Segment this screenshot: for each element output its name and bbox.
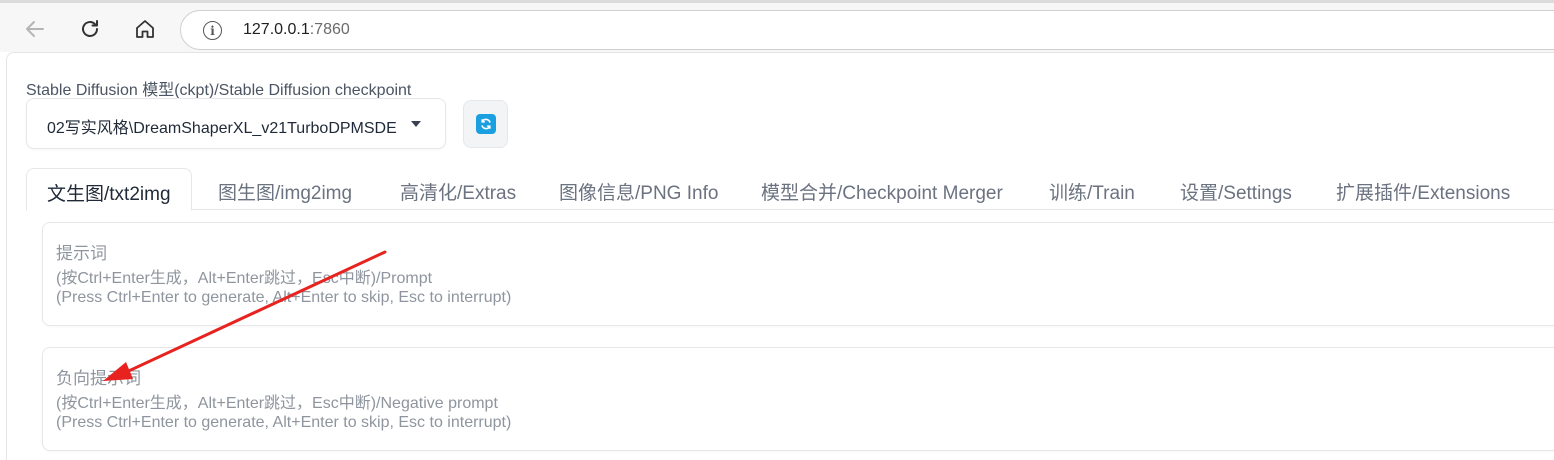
refresh-icon xyxy=(475,114,496,134)
negative-prompt-placeholder-hint-cn: (按Ctrl+Enter生成，Alt+Enter跳过，Esc中断)/Negati… xyxy=(56,395,498,412)
url-text: 127.0.0.1:7860 xyxy=(243,21,350,39)
home-button[interactable] xyxy=(131,15,159,43)
prompt-placeholder-hint-en: (Press Ctrl+Enter to generate, Alt+Enter… xyxy=(56,289,512,306)
tab-png-info[interactable]: 图像信息/PNG Info xyxy=(559,168,718,210)
main-tabs: 文生图/txt2img 图生图/img2img 高清化/Extras 图像信息/… xyxy=(26,168,1554,211)
prompt-textarea[interactable]: 提示词 (按Ctrl+Enter生成，Alt+Enter跳过，Esc中断)/Pr… xyxy=(42,222,1554,326)
refresh-checkpoint-button[interactable] xyxy=(463,100,508,148)
home-icon xyxy=(136,20,154,38)
webui-page: Stable Diffusion 模型(ckpt)/Stable Diffusi… xyxy=(6,52,1554,460)
url-host: 127.0.0.1 xyxy=(243,21,310,38)
reload-icon xyxy=(82,20,98,37)
tab-extras[interactable]: 高清化/Extras xyxy=(400,168,516,210)
tab-checkpoint-merger[interactable]: 模型合并/Checkpoint Merger xyxy=(761,168,1003,210)
tab-train[interactable]: 训练/Train xyxy=(1049,168,1135,210)
negative-prompt-placeholder-title: 负向提示词 xyxy=(56,369,141,388)
back-button[interactable] xyxy=(21,15,49,43)
tab-txt2img[interactable]: 文生图/txt2img xyxy=(26,168,192,211)
site-info-icon[interactable]: i xyxy=(203,21,222,40)
prompt-placeholder-title: 提示词 xyxy=(56,244,107,263)
address-bar[interactable]: i 127.0.0.1:7860 xyxy=(180,10,1554,50)
reload-button[interactable] xyxy=(76,15,104,43)
negative-prompt-placeholder-hint-en: (Press Ctrl+Enter to generate, Alt+Enter… xyxy=(56,414,512,431)
tab-img2img[interactable]: 图生图/img2img xyxy=(218,168,352,210)
back-arrow-icon xyxy=(26,21,44,37)
negative-prompt-textarea[interactable]: 负向提示词 (按Ctrl+Enter生成，Alt+Enter跳过，Esc中断)/… xyxy=(42,347,1554,451)
browser-toolbar: i 127.0.0.1:7860 xyxy=(0,0,1554,52)
tab-extensions[interactable]: 扩展插件/Extensions xyxy=(1336,168,1510,210)
url-port: :7860 xyxy=(309,21,350,38)
chevron-down-icon xyxy=(411,121,421,127)
prompt-placeholder-hint-cn: (按Ctrl+Enter生成，Alt+Enter跳过，Esc中断)/Prompt xyxy=(56,270,433,287)
checkpoint-label: Stable Diffusion 模型(ckpt)/Stable Diffusi… xyxy=(26,82,412,99)
tab-settings[interactable]: 设置/Settings xyxy=(1180,168,1292,210)
checkpoint-dropdown[interactable]: 02写实风格\DreamShaperXL_v21TurboDPMSDE xyxy=(26,98,446,149)
checkpoint-selected-value: 02写实风格\DreamShaperXL_v21TurboDPMSDE xyxy=(47,120,397,137)
